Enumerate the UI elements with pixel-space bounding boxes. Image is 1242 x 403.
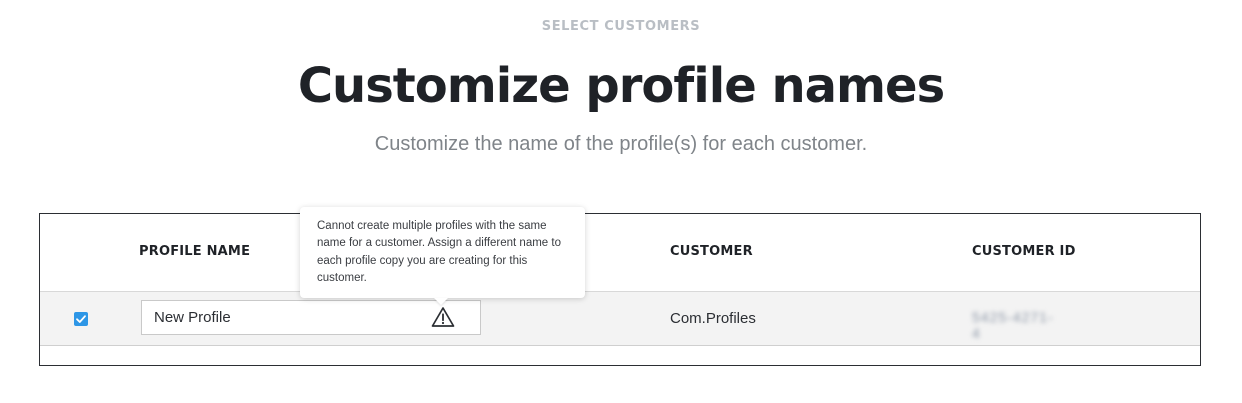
row-select-checkbox[interactable] xyxy=(74,312,88,326)
customer-cell: Com.Profiles xyxy=(670,310,756,327)
profile-name-input[interactable] xyxy=(142,301,434,334)
table-header: PROFILE NAME CUSTOMER CUSTOMER ID xyxy=(40,214,1200,292)
column-header-customer: CUSTOMER xyxy=(670,244,753,259)
column-header-profile-name: PROFILE NAME xyxy=(139,244,251,259)
customer-id-cell: 5425-4271-4 xyxy=(972,309,1054,341)
step-label: SELECT CUSTOMERS xyxy=(541,19,701,34)
table-row: Com.Profiles 5425-4271-4 xyxy=(40,292,1200,346)
duplicate-name-tooltip: Cannot create multiple profiles with the… xyxy=(300,207,585,305)
profile-name-field xyxy=(141,300,481,335)
tooltip-arrow xyxy=(434,298,448,305)
page-subtitle: Customize the name of the profile(s) for… xyxy=(374,133,868,155)
warning-triangle-icon[interactable] xyxy=(431,306,455,328)
page: SELECT CUSTOMERS Customize profile names… xyxy=(0,0,1242,403)
tooltip-text: Cannot create multiple profiles with the… xyxy=(317,220,561,284)
check-icon xyxy=(76,315,86,323)
column-header-customer-id: CUSTOMER ID xyxy=(972,244,1076,259)
profiles-table: PROFILE NAME CUSTOMER CUSTOMER ID New Pr… xyxy=(39,213,1201,366)
page-title: Customize profile names xyxy=(297,58,945,114)
